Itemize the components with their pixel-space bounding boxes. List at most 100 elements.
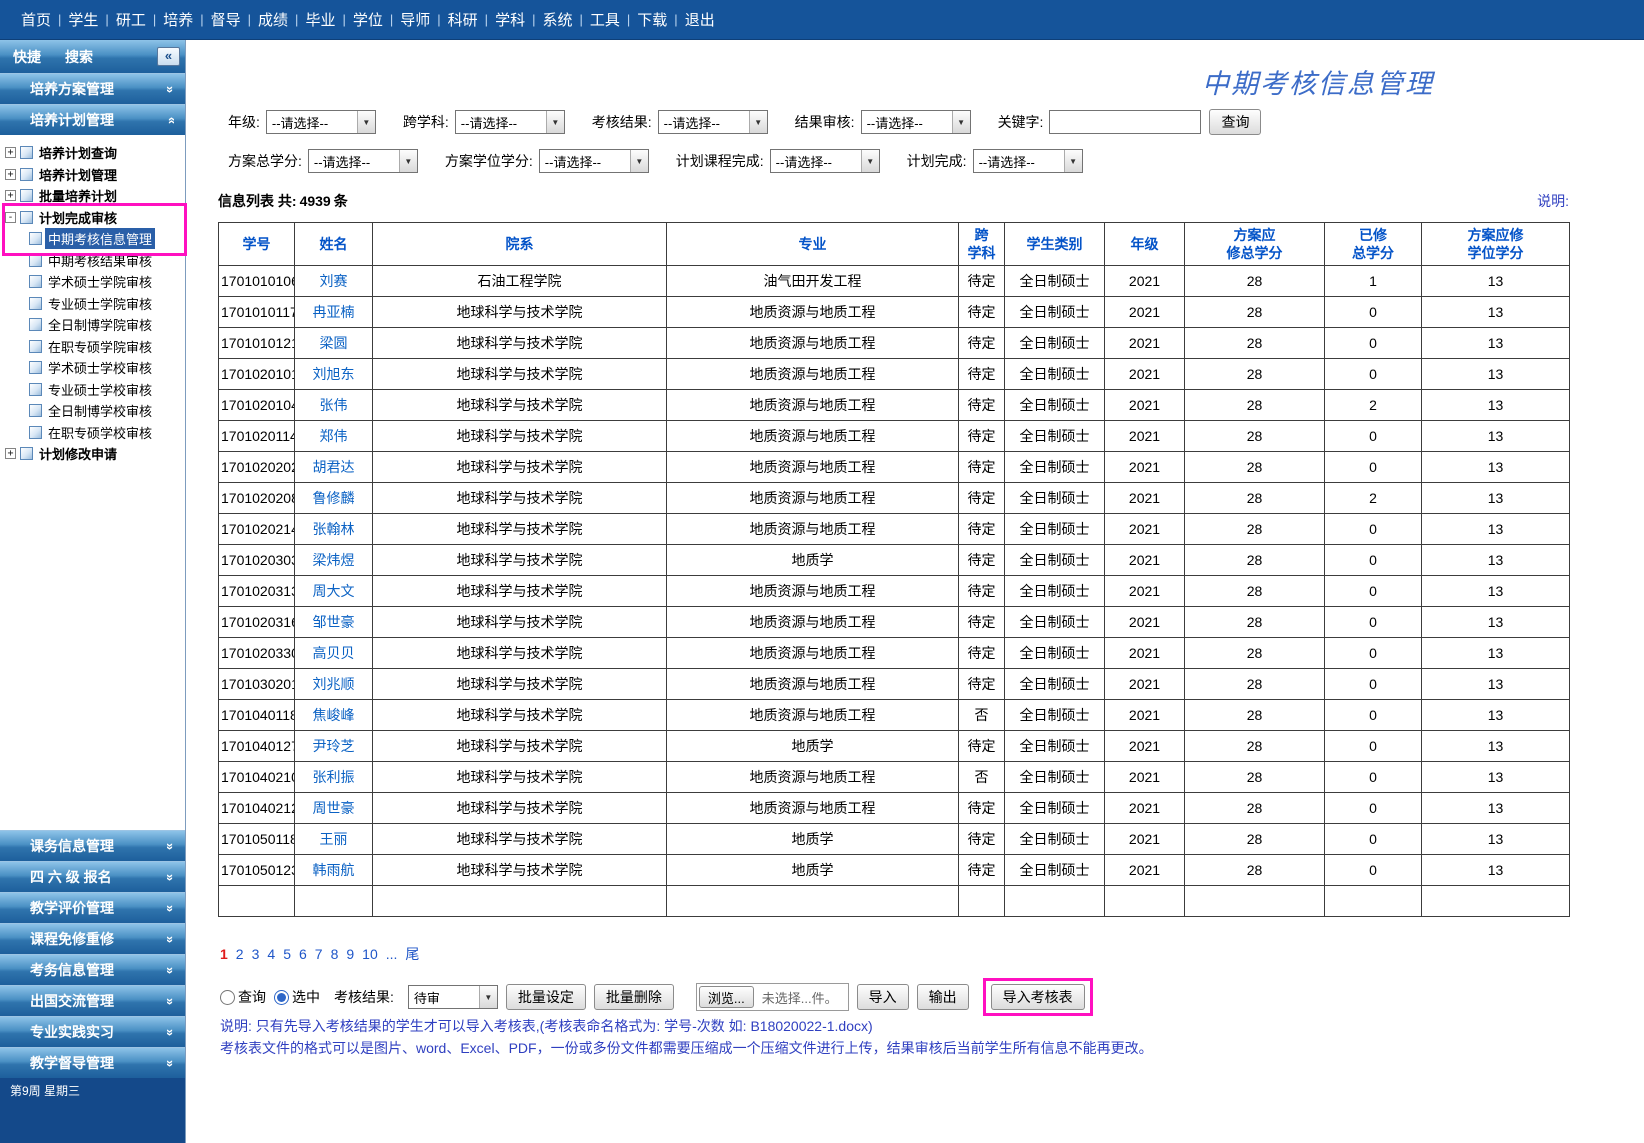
assessment-result-select[interactable]: --请选择-- ▼ [658, 110, 768, 134]
sidebar-section-7[interactable]: 专业实践实习» [0, 1016, 185, 1047]
collapse-icon[interactable]: - [5, 212, 16, 223]
cell-name[interactable]: 刘兆顺 [295, 669, 373, 700]
nav-item-15[interactable]: 退出 [678, 9, 722, 30]
tree-item[interactable]: +批量培养计划 [0, 185, 185, 207]
nav-item-3[interactable]: 研工 [109, 9, 153, 30]
sidebar-section-3[interactable]: 教学评价管理» [0, 892, 185, 923]
expand-icon[interactable]: + [5, 147, 16, 158]
tree-item[interactable]: +培养计划查询 [0, 142, 185, 164]
cell-name[interactable]: 周世豪 [295, 793, 373, 824]
plan-completion-select[interactable]: --请选择-- ▼ [973, 149, 1083, 173]
result-review-select[interactable]: --请选择-- ▼ [861, 110, 971, 134]
cell-name[interactable]: 张翰林 [295, 514, 373, 545]
browse-button[interactable]: 浏览... [699, 986, 754, 1008]
cell-name[interactable]: 王丽 [295, 824, 373, 855]
file-input[interactable]: 浏览... 未选择...件。 [696, 983, 849, 1011]
sidebar-collapse-button[interactable]: « [157, 47, 180, 66]
tree-item[interactable]: -计划完成审核 [0, 207, 185, 229]
nav-item-1[interactable]: 首页 [14, 9, 58, 30]
search-tab[interactable]: 搜索 [65, 47, 93, 67]
cell-name[interactable]: 刘旭东 [295, 359, 373, 390]
cell-name[interactable]: 梁炜煜 [295, 545, 373, 576]
page-current[interactable]: 1 [220, 946, 228, 962]
sidebar-section-2[interactable]: 四 六 级 报名» [0, 861, 185, 892]
cell-name[interactable]: 张利振 [295, 762, 373, 793]
review-status-select[interactable]: 待审 ▼ [408, 985, 498, 1009]
batch-delete-button[interactable]: 批量删除 [594, 984, 674, 1010]
sidebar-section-6[interactable]: 出国交流管理» [0, 985, 185, 1016]
cell-name[interactable]: 焦峻峰 [295, 700, 373, 731]
tree-item[interactable]: 全日制博学院审核 [0, 314, 185, 336]
import-assessment-form-button[interactable]: 导入考核表 [991, 984, 1085, 1010]
nav-item-14[interactable]: 下载 [630, 9, 674, 30]
sidebar-section-5[interactable]: 考务信息管理» [0, 954, 185, 985]
cell-name[interactable]: 韩雨航 [295, 855, 373, 886]
expand-icon[interactable]: + [5, 190, 16, 201]
cell-name[interactable]: 尹玲芝 [295, 731, 373, 762]
cell-name[interactable]: 鲁修麟 [295, 483, 373, 514]
sidebar-section-1[interactable]: 课务信息管理» [0, 830, 185, 861]
search-button[interactable]: 查询 [1209, 109, 1261, 135]
page-last[interactable]: 尾 [405, 946, 419, 962]
tree-item[interactable]: 学术硕士学校审核 [0, 357, 185, 379]
nav-item-13[interactable]: 工具 [583, 9, 627, 30]
page-link-2[interactable]: 2 [236, 946, 244, 962]
tree-item[interactable]: 中期考核信息管理 [0, 228, 185, 250]
page-link-4[interactable]: 4 [267, 946, 275, 962]
page-link-3[interactable]: 3 [252, 946, 260, 962]
tree-item[interactable]: 中期考核结果审核 [0, 250, 185, 272]
cell-name[interactable]: 胡君达 [295, 452, 373, 483]
cell-name[interactable]: 邹世豪 [295, 607, 373, 638]
tree-item[interactable]: 专业硕士学院审核 [0, 293, 185, 315]
nav-item-7[interactable]: 毕业 [298, 9, 342, 30]
query-radio-group[interactable]: 查询 [220, 987, 266, 1007]
nav-item-9[interactable]: 导师 [393, 9, 437, 30]
page-link-8[interactable]: 8 [331, 946, 339, 962]
nav-item-4[interactable]: 培养 [156, 9, 200, 30]
nav-item-11[interactable]: 学科 [488, 9, 532, 30]
batch-set-button[interactable]: 批量设定 [506, 984, 586, 1010]
cell-name[interactable]: 梁圆 [295, 328, 373, 359]
page-link-6[interactable]: 6 [299, 946, 307, 962]
cell-name[interactable]: 周大文 [295, 576, 373, 607]
import-button[interactable]: 导入 [857, 984, 909, 1010]
tree-item[interactable]: 在职专硕学校审核 [0, 422, 185, 444]
page-link-10[interactable]: 10 [362, 946, 378, 962]
export-button[interactable]: 输出 [917, 984, 969, 1010]
sidebar-section-plan-mgmt[interactable]: 培养计划管理 » [0, 104, 185, 135]
expand-icon[interactable]: + [5, 169, 16, 180]
sidebar-section-4[interactable]: 课程免修重修» [0, 923, 185, 954]
page-link-5[interactable]: 5 [283, 946, 291, 962]
nav-item-8[interactable]: 学位 [346, 9, 390, 30]
cross-discipline-select[interactable]: --请选择-- ▼ [455, 110, 565, 134]
cell-name[interactable]: 冉亚楠 [295, 297, 373, 328]
nav-item-6[interactable]: 成绩 [251, 9, 295, 30]
tree-item[interactable]: 在职专硕学院审核 [0, 336, 185, 358]
cell-name[interactable]: 张伟 [295, 390, 373, 421]
plan-degree-credits-select[interactable]: --请选择-- ▼ [539, 149, 649, 173]
sidebar-section-scheme-mgmt[interactable]: 培养方案管理 » [0, 73, 185, 104]
sidebar-section-8[interactable]: 教学督导管理» [0, 1047, 185, 1078]
nav-item-5[interactable]: 督导 [204, 9, 248, 30]
nav-item-12[interactable]: 系统 [535, 9, 579, 30]
expand-icon[interactable]: + [5, 448, 16, 459]
selected-radio-group[interactable]: 选中 [274, 987, 320, 1007]
grade-select[interactable]: --请选择-- ▼ [266, 110, 376, 134]
keyword-input[interactable] [1049, 110, 1201, 134]
selected-radio[interactable] [274, 990, 289, 1005]
tree-item[interactable]: 专业硕士学校审核 [0, 379, 185, 401]
plan-total-credits-select[interactable]: --请选择-- ▼ [308, 149, 418, 173]
cell-name[interactable]: 刘赛 [295, 266, 373, 297]
tree-item[interactable]: +计划修改申请 [0, 443, 185, 465]
query-radio[interactable] [220, 990, 235, 1005]
nav-item-2[interactable]: 学生 [61, 9, 105, 30]
tree-item[interactable]: 学术硕士学院审核 [0, 271, 185, 293]
page-link-7[interactable]: 7 [315, 946, 323, 962]
page-link-9[interactable]: 9 [346, 946, 354, 962]
cell-name[interactable]: 高贝贝 [295, 638, 373, 669]
cell-name[interactable]: 郑伟 [295, 421, 373, 452]
plan-course-completion-select[interactable]: --请选择-- ▼ [770, 149, 880, 173]
tree-item[interactable]: +培养计划管理 [0, 164, 185, 186]
quick-tab[interactable]: 快捷 [13, 47, 41, 67]
nav-item-10[interactable]: 科研 [441, 9, 485, 30]
